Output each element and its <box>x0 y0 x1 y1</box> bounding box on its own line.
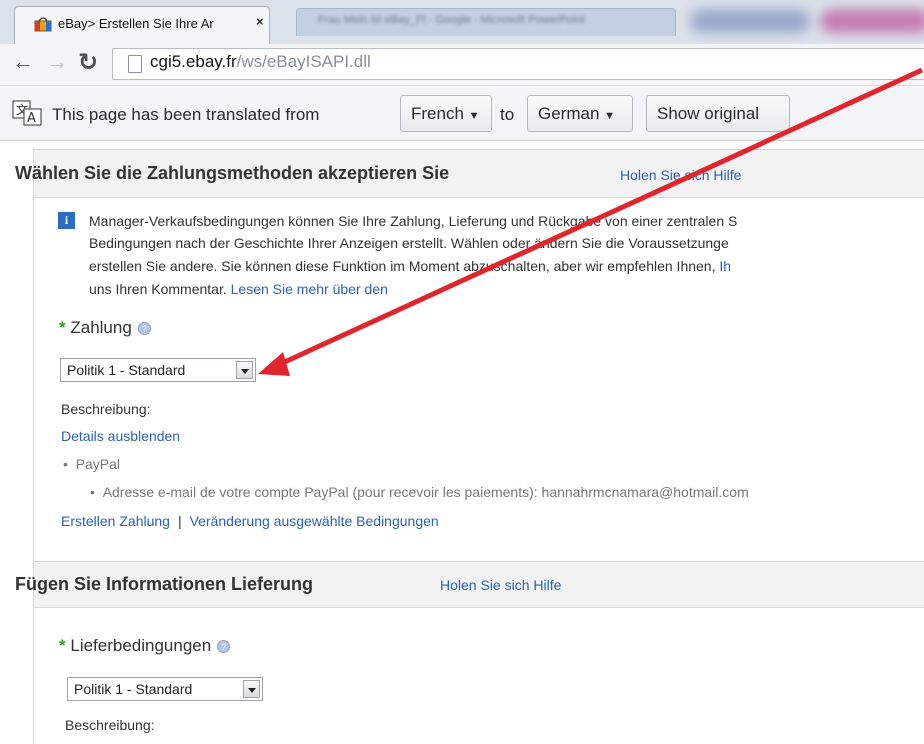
close-icon[interactable]: × <box>256 14 264 29</box>
translate-to-label: to <box>500 105 515 124</box>
shipping-policy-value: Politik 1 - Standard <box>74 681 193 697</box>
shipping-section-title: Fügen Sie Informationen Lieferung <box>15 574 314 594</box>
blurred-tab-decoration <box>690 9 810 33</box>
shipping-help-link[interactable]: Holen Sie sich Hilfe <box>440 577 561 593</box>
info-line-1: Manager-Verkaufsbedingungen können Sie I… <box>89 213 738 229</box>
shipping-field-label: * Lieferbedingungen? <box>59 636 231 656</box>
shopping-bag-icon <box>34 17 52 32</box>
required-star: * <box>59 636 66 655</box>
create-payment-link[interactable]: Erstellen Zahlung <box>61 513 170 529</box>
action-divider: | <box>177 513 182 529</box>
payment-actions: Erstellen Zahlung | Veränderung ausgewählt… <box>61 513 439 529</box>
url-path: /ws/eBayISAPI.dll <box>236 52 371 71</box>
payment-description-label: Beschreibung: <box>61 401 151 417</box>
required-star: * <box>59 318 66 337</box>
info-line-3-tail: Ih <box>719 258 732 274</box>
shipping-description-label: Beschreibung: <box>65 717 155 733</box>
url-host: cgi5.ebay.fr <box>150 52 237 71</box>
arrow-right-icon[interactable]: → <box>46 49 68 75</box>
to-language-label: German <box>538 104 600 123</box>
payment-help-link[interactable]: Holen Sie sich Hilfe <box>620 167 741 183</box>
payment-section-title: Wählen Sie die Zahlungsmethoden akzeptie… <box>15 163 450 183</box>
payment-field-label: * Zahlung? <box>59 318 151 338</box>
blurred-window-decoration <box>820 9 924 33</box>
translate-icon: 文 A <box>12 100 42 126</box>
show-original-button[interactable]: Show original <box>646 95 790 132</box>
payment-section <box>33 149 924 564</box>
payment-method: PayPal <box>75 456 121 472</box>
chevron-down-icon[interactable] <box>243 680 260 698</box>
info-line-2: Bedingungen nach der Geschichte Ihrer An… <box>89 235 729 251</box>
payment-method-item: • PayPal <box>63 456 120 472</box>
from-language-dropdown[interactable]: French ▼ <box>400 95 492 132</box>
reload-icon[interactable]: ↻ <box>78 48 98 77</box>
shipping-policy-select[interactable]: Politik 1 - Standard <box>67 677 263 701</box>
shipping-label-text: Lieferbedingungen <box>70 636 212 655</box>
page-icon <box>128 55 142 73</box>
svg-text:A: A <box>27 111 36 126</box>
payment-policy-select[interactable]: Politik 1 - Standard <box>60 358 256 382</box>
tab-inactive-title: Frau Mein ist eBay_Ft - Google - Microso… <box>318 14 585 26</box>
to-language-dropdown[interactable]: German ▼ <box>527 95 633 132</box>
change-terms-link[interactable]: Veränderung ausgewählte Bedingungen <box>190 513 439 529</box>
from-language-label: French <box>411 104 464 123</box>
read-more-link[interactable]: Lesen Sie mehr über den <box>231 281 388 297</box>
chevron-down-icon: ▼ <box>468 110 480 122</box>
help-circle-icon[interactable]: ? <box>137 322 151 336</box>
info-line-3: erstellen Sie andere. Sie können diese F… <box>89 258 731 274</box>
payment-policy-value: Politik 1 - Standard <box>67 362 186 378</box>
info-line-3-text: erstellen Sie andere. Sie können diese F… <box>89 258 716 274</box>
hide-details-link[interactable]: Details ausblenden <box>61 428 180 444</box>
chevron-down-icon: ▼ <box>604 110 616 122</box>
tab-title: eBay> Erstellen Sie Ihre Ar <box>58 16 214 31</box>
info-icon: i <box>58 212 75 229</box>
help-circle-icon[interactable]: ? <box>217 640 231 654</box>
bullet: • <box>63 456 68 472</box>
info-line-4: uns Ihren Kommentar. Lesen Sie mehr über… <box>89 281 388 297</box>
bullet: • <box>90 484 95 500</box>
payment-method-detail-item: • Adresse e-mail de votre compte PayPal … <box>90 484 749 500</box>
arrow-left-icon[interactable]: ← <box>12 49 34 75</box>
chevron-down-icon[interactable] <box>236 361 253 379</box>
payment-method-detail: Adresse e-mail de votre compte PayPal (p… <box>102 484 749 500</box>
translate-message: This page has been translated from <box>52 105 320 124</box>
payment-label-text: Zahlung <box>70 318 132 337</box>
url-text[interactable]: cgi5.ebay.fr/ws/eBayISAPI.dll <box>150 52 371 72</box>
info-line-4-text: uns Ihren Kommentar. <box>89 281 227 297</box>
